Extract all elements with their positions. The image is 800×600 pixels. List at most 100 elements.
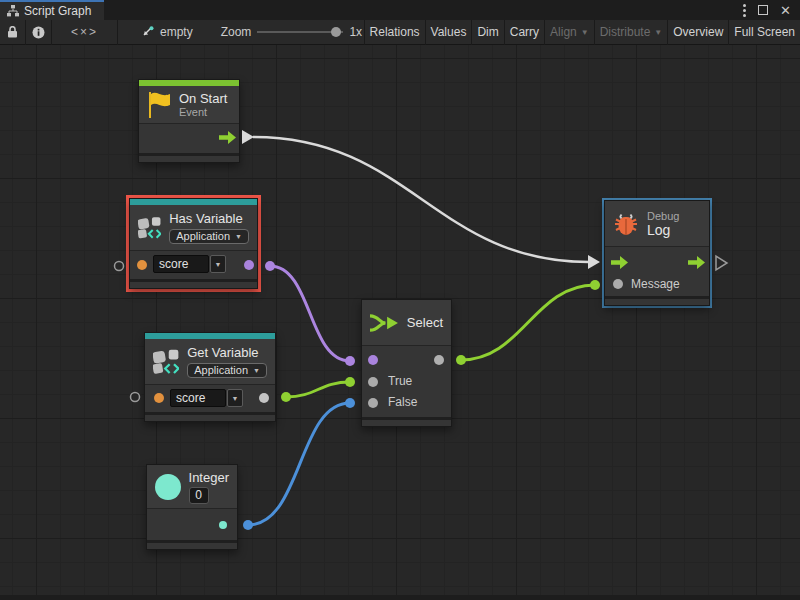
wire-endcap (242, 130, 254, 144)
values-button[interactable]: Values (425, 20, 472, 45)
more-icon[interactable] (743, 4, 746, 17)
value-output-port[interactable] (259, 393, 269, 403)
name-input-port[interactable] (154, 393, 164, 403)
align-button[interactable]: Align▼ (544, 20, 594, 45)
variable-name-field[interactable]: score ▼ (153, 255, 226, 273)
fullscreen-button[interactable]: Full Screen (728, 20, 800, 45)
carry-button[interactable]: Carry (504, 20, 544, 45)
info-button[interactable] (26, 20, 52, 45)
selection-info: empty (140, 25, 193, 39)
name-input-port[interactable] (137, 260, 147, 270)
node-title: Select (407, 315, 443, 330)
node-title: Log (647, 222, 679, 238)
node-title: On Start (179, 91, 227, 106)
node-footer (145, 412, 275, 421)
integer-icon (155, 474, 181, 500)
node-footer (362, 417, 451, 426)
message-input-port[interactable] (613, 279, 623, 289)
integer-value-input[interactable]: 0 (189, 487, 209, 504)
wire-endcap (281, 392, 291, 402)
graph-canvas[interactable]: On StartEvent Has Variable Application▼ (0, 45, 800, 600)
variable-kind-dropdown[interactable]: Application▼ (187, 363, 267, 378)
window-edge (0, 595, 800, 600)
wire-endcap (345, 356, 355, 366)
true-port-label: True (388, 374, 412, 388)
chevron-down-icon: ▼ (654, 28, 662, 37)
close-icon[interactable]: ✕ (780, 4, 791, 17)
node-integer[interactable]: Integer 0 (146, 464, 238, 550)
node-header: On StartEvent (139, 86, 239, 124)
wire-getvariable-to-select-true[interactable] (286, 382, 350, 397)
node-footer (147, 540, 237, 549)
false-input-port[interactable] (368, 398, 378, 408)
variable-name-dropdown[interactable]: ▼ (227, 389, 243, 407)
dim-button[interactable]: Dim (471, 20, 503, 45)
tab-script-graph[interactable]: Script Graph (0, 0, 104, 20)
script-graph-window: Script Graph ✕ <×> empty Zoom 1x Relatio… (0, 0, 800, 600)
code-toggle-button[interactable]: <×> (52, 20, 118, 45)
zoom-value: 1x (349, 25, 362, 39)
node-subtitle: Event (179, 106, 227, 118)
zoom-label: Zoom (221, 25, 252, 39)
variable-name-dropdown[interactable]: ▼ (210, 255, 226, 273)
node-debug-log[interactable]: Debug Log Message (604, 200, 710, 306)
condition-input-port[interactable] (368, 355, 378, 365)
variable-kind-dropdown[interactable]: Application▼ (169, 229, 249, 244)
node-get-variable[interactable]: Get Variable Application▼ score ▼ (144, 332, 276, 422)
wire-endcap (345, 377, 355, 387)
wire-endcap (590, 280, 600, 290)
toolbar-buttons: Relations Values Dim Carry Align▼ Distri… (364, 20, 800, 45)
node-body: True False (362, 346, 451, 417)
node-footer (605, 296, 709, 305)
node-header: Integer 0 (147, 465, 237, 509)
flow-input-port[interactable] (611, 256, 628, 269)
relations-button[interactable]: Relations (364, 20, 425, 45)
zoom-slider[interactable] (257, 31, 343, 33)
node-header: Has Variable Application▼ (130, 205, 257, 251)
node-body (139, 124, 239, 153)
unconnected-port-indicator[interactable] (131, 393, 140, 402)
maximize-icon[interactable] (758, 5, 768, 15)
wire-endcap (456, 355, 466, 365)
tab-label: Script Graph (24, 4, 91, 18)
wire-select-to-log-message[interactable] (461, 285, 595, 360)
node-body: Message (605, 247, 709, 296)
wire-hasvariable-to-select[interactable] (270, 266, 350, 361)
selection-output-port[interactable] (434, 355, 444, 365)
variable-name-input[interactable]: score (153, 255, 209, 273)
code-icon: <×> (71, 25, 98, 39)
zoom-slider-knob[interactable] (331, 27, 341, 37)
bug-icon (613, 210, 639, 237)
variables-icon (138, 214, 161, 242)
false-port-label: False (388, 395, 417, 409)
overview-button[interactable]: Overview (667, 20, 728, 45)
distribute-button[interactable]: Distribute▼ (594, 20, 668, 45)
variable-name-input[interactable]: score (170, 389, 226, 407)
window-controls: ✕ (743, 0, 800, 20)
wire-flow-onstart-to-log[interactable] (253, 137, 589, 262)
true-input-port[interactable] (368, 377, 378, 387)
selection-empty-label: empty (160, 25, 193, 39)
flow-output-port[interactable] (219, 131, 236, 144)
unconnected-flow-indicator[interactable] (716, 256, 727, 270)
graph-icon (7, 5, 19, 17)
wire-endcap (265, 261, 275, 271)
node-title: Get Variable (187, 345, 267, 360)
node-header: Select (362, 300, 451, 346)
node-on-start[interactable]: On StartEvent (138, 79, 240, 163)
node-has-variable[interactable]: Has Variable Application▼ score ▼ (129, 198, 258, 289)
value-output-port[interactable] (219, 521, 227, 529)
info-icon (32, 26, 45, 39)
flow-output-port[interactable] (688, 256, 705, 269)
node-select[interactable]: Select True False (361, 299, 452, 427)
chevron-down-icon: ▼ (581, 28, 589, 37)
lock-button[interactable] (0, 20, 26, 45)
result-output-port[interactable] (244, 260, 254, 270)
wire-endcap (243, 520, 253, 530)
title-bar: Script Graph ✕ (0, 0, 800, 20)
node-body: score ▼ (130, 251, 257, 279)
variable-name-field[interactable]: score ▼ (170, 389, 243, 407)
graph-pointer-icon (140, 26, 154, 39)
node-header: Debug Log (605, 201, 709, 247)
unconnected-port-indicator[interactable] (115, 262, 124, 271)
